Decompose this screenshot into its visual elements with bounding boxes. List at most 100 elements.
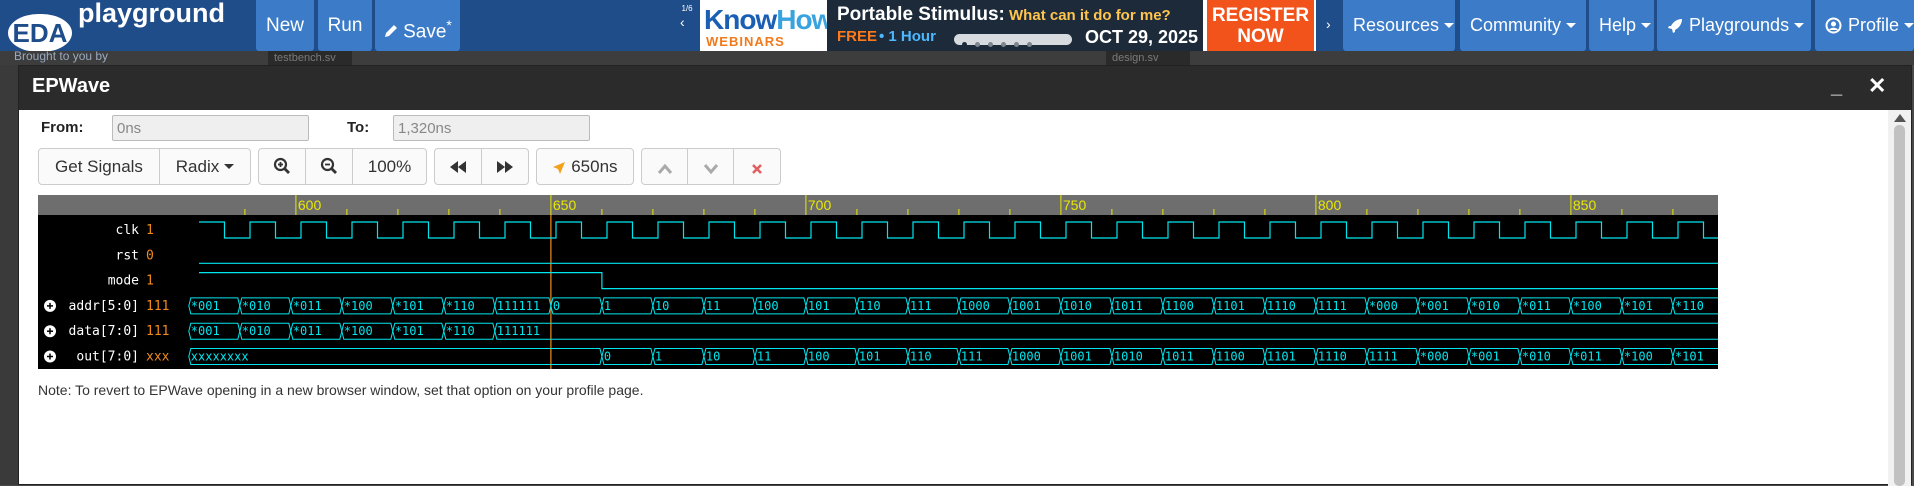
- caret-down-icon: [224, 164, 235, 169]
- bus-value: *010: [1471, 299, 1500, 313]
- tick-label: 600: [298, 197, 322, 213]
- ad-banner[interactable]: KnowHow WEBINARS Portable Stimulus: What…: [700, 0, 1316, 51]
- cursor-time-label: 650ns: [571, 157, 618, 176]
- bus-value: 101: [808, 299, 830, 313]
- prev-edge-button[interactable]: [434, 148, 482, 185]
- bus-value: *110: [1675, 299, 1704, 313]
- save-label: Save: [403, 21, 447, 43]
- to-time-input[interactable]: [393, 115, 590, 141]
- minimize-icon[interactable]: _: [1831, 76, 1842, 99]
- close-icon[interactable]: ✕: [1868, 73, 1886, 99]
- bus-value: 11: [757, 350, 771, 364]
- profile-label: Profile: [1848, 15, 1900, 35]
- signal-name: rst: [116, 248, 139, 263]
- playground-logo-text[interactable]: playground: [78, 0, 225, 29]
- signal-value: 0: [146, 248, 154, 263]
- bus-value: *010: [242, 299, 271, 313]
- modal-title: EPWave: [32, 75, 111, 97]
- run-button[interactable]: Run: [318, 0, 372, 51]
- caret-down-icon: [1566, 23, 1577, 28]
- mode-trace: [199, 272, 1718, 290]
- waveform-canvas[interactable]: 600650700750800850900clk1rst0mode1addr[5…: [38, 195, 1718, 369]
- cursor-time-button[interactable]: 650ns: [536, 148, 634, 185]
- profile-menu[interactable]: Profile: [1815, 0, 1914, 51]
- ad-next-icon[interactable]: ›: [1326, 16, 1331, 32]
- playgrounds-menu[interactable]: Playgrounds: [1657, 0, 1811, 51]
- bus-value: xxxxxxxx: [191, 350, 249, 364]
- community-menu[interactable]: Community: [1460, 0, 1586, 51]
- from-time-input[interactable]: [112, 115, 309, 141]
- move-down-button[interactable]: [687, 148, 734, 185]
- playgrounds-label: Playgrounds: [1689, 15, 1790, 35]
- bus-value: *000: [1420, 350, 1449, 364]
- ad-headline-question: What can it do for me?: [1004, 7, 1171, 24]
- bus-value: 1100: [1216, 350, 1245, 364]
- tick-label: 850: [1573, 197, 1597, 213]
- tick-label: 750: [1063, 197, 1087, 213]
- bus-value: 111111: [497, 324, 540, 338]
- bus-value: 1110: [1267, 299, 1296, 313]
- get-signals-button[interactable]: Get Signals: [38, 148, 160, 185]
- top-navbar: EDA playground New Run Save* 1/6 ‹ KnowH…: [0, 0, 1914, 54]
- bus-value: 100: [757, 299, 779, 313]
- eda-logo[interactable]: EDA: [8, 14, 72, 52]
- resources-menu[interactable]: Resources: [1343, 0, 1455, 51]
- caret-down-icon: [1794, 23, 1805, 28]
- bus-value: 1110: [1318, 350, 1347, 364]
- epwave-modal: EPWave _ ✕ From: To: Get Signals Radix 1…: [18, 65, 1912, 486]
- zoom-out-button[interactable]: [305, 148, 353, 185]
- save-button[interactable]: Save*: [375, 0, 460, 51]
- bus-value: 1101: [1216, 299, 1245, 313]
- next-edge-button[interactable]: [481, 148, 529, 185]
- background-tab-design: design.sv: [1106, 51, 1190, 65]
- ad-register-button[interactable]: REGISTER NOW: [1207, 0, 1314, 51]
- zoom-in-button[interactable]: [258, 148, 306, 185]
- remove-signal-button[interactable]: [733, 148, 781, 185]
- signal-name: out[7:0]: [76, 350, 139, 365]
- radix-label: Radix: [175, 157, 220, 176]
- bus-value: *010: [242, 324, 271, 338]
- ad-message: Portable Stimulus: What can it do for me…: [827, 0, 1203, 51]
- vertical-scrollbar[interactable]: [1888, 110, 1911, 486]
- move-down-icon: [703, 164, 718, 175]
- community-label: Community: [1470, 15, 1562, 35]
- bus-value: *010: [1522, 350, 1551, 364]
- tick-label: 650: [553, 197, 577, 213]
- bus-value: 0: [604, 350, 611, 364]
- ad-slide-dots[interactable]: [954, 34, 1072, 47]
- bus-value: *001: [1471, 350, 1500, 364]
- ad-prev-icon[interactable]: ‹: [680, 14, 685, 30]
- signal-name: data[7:0]: [69, 324, 139, 339]
- bus-value: *011: [293, 299, 322, 313]
- remove-icon: [752, 164, 762, 174]
- bus-value: 1000: [1012, 350, 1041, 364]
- radix-dropdown[interactable]: Radix: [159, 148, 251, 185]
- ad-brand-sub: WEBINARS: [706, 34, 785, 49]
- scroll-thumb[interactable]: [1894, 125, 1905, 486]
- signal-name: mode: [108, 274, 139, 289]
- help-menu[interactable]: Help: [1589, 0, 1654, 51]
- background-tab-testbench: testbench.sv: [268, 51, 352, 65]
- prev-edge-icon: [450, 161, 466, 173]
- bus-value: *101: [1675, 350, 1704, 364]
- move-up-icon: [657, 163, 672, 174]
- bus-value: 10: [706, 350, 720, 364]
- move-up-button[interactable]: [641, 148, 688, 185]
- bus-value: *101: [395, 299, 424, 313]
- rocket-icon: [1668, 19, 1682, 33]
- bus-value: 1111: [1369, 350, 1398, 364]
- signal-value: 1: [146, 223, 154, 238]
- bus-value: 111: [910, 299, 932, 313]
- waveform-viewer[interactable]: 600650700750800850900clk1rst0mode1addr[5…: [38, 195, 1718, 369]
- bus-value: 1001: [1012, 299, 1041, 313]
- scroll-up-icon[interactable]: [1894, 114, 1906, 122]
- pencil-icon: [385, 25, 398, 38]
- bus-value: *101: [395, 324, 424, 338]
- new-button[interactable]: New: [256, 0, 314, 51]
- signal-value: 1: [146, 274, 154, 289]
- bus-value: 1: [655, 350, 662, 364]
- zoom-out-icon: [320, 157, 337, 174]
- zoom-level-button[interactable]: 100%: [352, 148, 427, 185]
- ad-brand: KnowHow: [704, 4, 833, 36]
- profile-note: Note: To revert to EPWave opening in a n…: [38, 382, 644, 398]
